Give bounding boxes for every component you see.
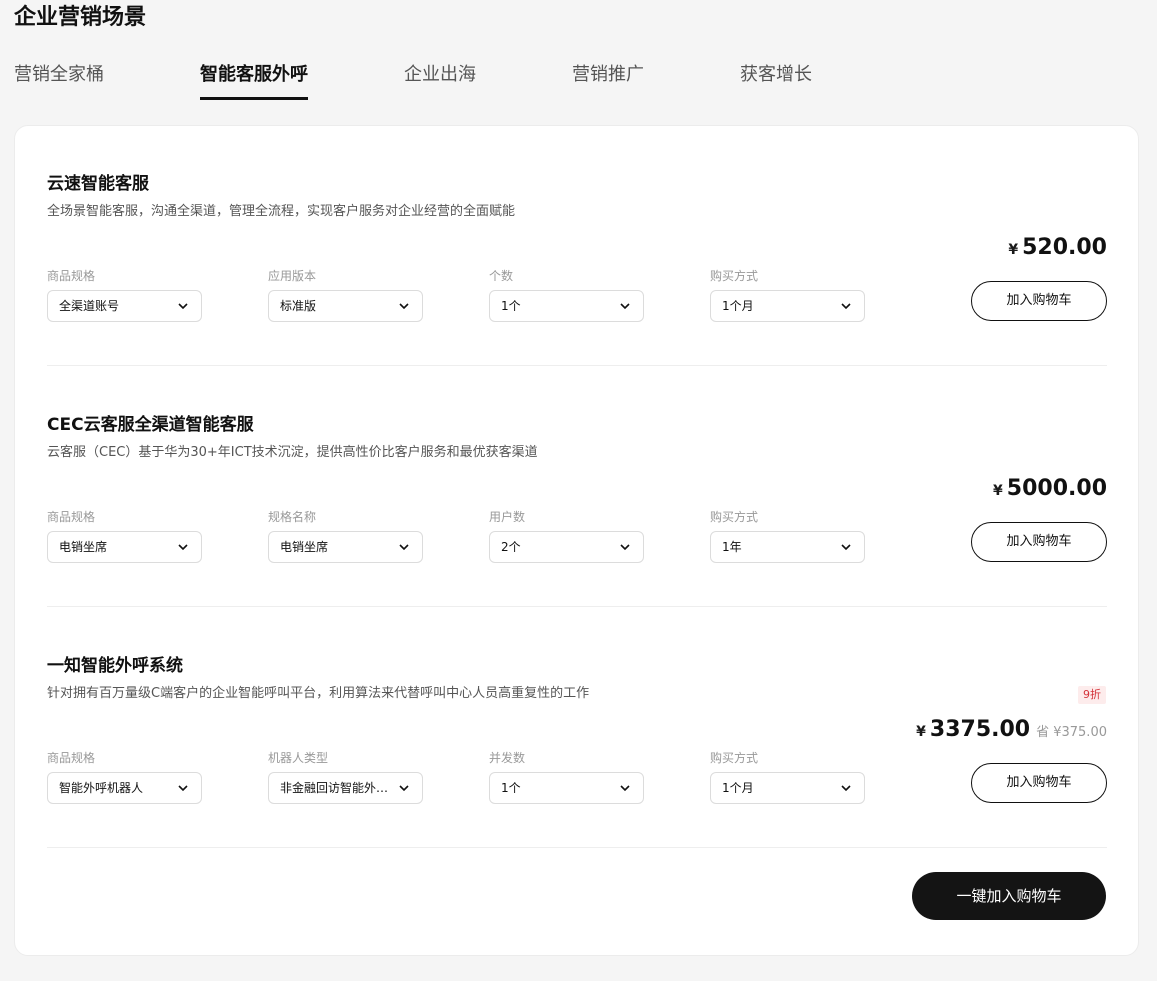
chevron-down-icon (841, 785, 851, 792)
discount-badge: 9折 (1078, 686, 1106, 704)
version-select[interactable]: 标准版 (268, 290, 423, 322)
field-label: 商品规格 (47, 269, 96, 283)
saving-amount: 省 ¥375.00 (1036, 725, 1107, 740)
tab-marketing-bundle[interactable]: 营销全家桶 (14, 62, 104, 88)
add-all-to-cart-button[interactable]: 一键加入购物车 (912, 872, 1106, 920)
quantity-select[interactable]: 1个 (489, 290, 644, 322)
product-card: 云速智能客服 全场景智能客服，沟通全渠道，管理全流程，实现客户服务对企业经营的全… (14, 125, 1139, 956)
tab-smart-service-callout[interactable]: 智能客服外呼 (200, 62, 308, 100)
field-label: 机器人类型 (268, 751, 329, 765)
chevron-down-icon (178, 303, 188, 310)
price-amount: 5000.00 (1006, 476, 1107, 501)
field-label: 购买方式 (710, 269, 759, 283)
select-value: 电销坐席 (59, 540, 108, 554)
field-label: 用户数 (489, 510, 526, 524)
chevron-down-icon (620, 785, 630, 792)
product-name: 云速智能客服 (47, 174, 149, 194)
product-description: 针对拥有百万量级C端客户的企业智能呼叫平台，利用算法来代替呼叫中心人员高重复性的… (47, 686, 590, 701)
price-amount: 3375.00 (929, 717, 1031, 742)
product-yizhi-callout: 一知智能外呼系统 针对拥有百万量级C端客户的企业智能呼叫平台，利用算法来代替呼叫… (47, 654, 1107, 854)
product-yunsu-smart-service: 云速智能客服 全场景智能客服，沟通全渠道，管理全流程，实现客户服务对企业经营的全… (47, 172, 1107, 372)
field-label: 并发数 (489, 751, 526, 765)
product-name: CEC云客服全渠道智能客服 (47, 415, 254, 435)
field-label: 个数 (489, 269, 514, 283)
concurrency-select[interactable]: 1个 (489, 772, 644, 804)
chevron-down-icon (841, 544, 851, 551)
chevron-down-icon (841, 303, 851, 310)
tab-customer-acquisition[interactable]: 获客增长 (740, 62, 812, 88)
currency-symbol: ¥ (993, 483, 1003, 499)
divider (47, 365, 1107, 366)
field-label: 商品规格 (47, 751, 96, 765)
purchase-method-select[interactable]: 1个月 (710, 290, 865, 322)
product-cec-cloud-service: CEC云客服全渠道智能客服 云客服（CEC）基于华为30+年ICT技术沉淀，提供… (47, 413, 1107, 613)
select-value: 电销坐席 (280, 540, 329, 554)
field-label: 规格名称 (268, 510, 317, 524)
add-to-cart-button[interactable]: 加入购物车 (971, 763, 1107, 803)
price: ¥5000.00 (993, 475, 1107, 505)
field-label: 购买方式 (710, 510, 759, 524)
divider (47, 606, 1107, 607)
select-value: 1个月 (722, 781, 754, 795)
purchase-method-select[interactable]: 1个月 (710, 772, 865, 804)
currency-symbol: ¥ (916, 724, 926, 740)
select-value: 2个 (501, 540, 521, 554)
select-value: 1个月 (722, 299, 754, 313)
select-value: 非金融回访智能外呼... (280, 781, 400, 795)
price: ¥520.00 (1008, 234, 1107, 264)
tab-going-global[interactable]: 企业出海 (404, 62, 476, 88)
field-label: 商品规格 (47, 510, 96, 524)
chevron-down-icon (178, 785, 188, 792)
tab-marketing-promotion[interactable]: 营销推广 (572, 62, 644, 88)
purchase-method-select[interactable]: 1年 (710, 531, 865, 563)
select-value: 1个 (501, 781, 521, 795)
chevron-down-icon (399, 785, 409, 792)
add-to-cart-button[interactable]: 加入购物车 (971, 281, 1107, 321)
chevron-down-icon (399, 303, 409, 310)
chevron-down-icon (620, 544, 630, 551)
currency-symbol: ¥ (1008, 242, 1019, 258)
price: ¥3375.00 省 ¥375.00 (916, 716, 1107, 747)
page-title: 企业营销场景 (14, 5, 147, 30)
chevron-down-icon (399, 544, 409, 551)
select-value: 1年 (722, 540, 742, 554)
price-amount: 520.00 (1022, 235, 1107, 260)
chevron-down-icon (620, 303, 630, 310)
select-value: 智能外呼机器人 (59, 781, 144, 795)
chevron-down-icon (178, 544, 188, 551)
divider (47, 847, 1107, 848)
select-value: 标准版 (280, 299, 317, 313)
robot-type-select[interactable]: 非金融回访智能外呼... (268, 772, 423, 804)
user-count-select[interactable]: 2个 (489, 531, 644, 563)
field-label: 应用版本 (268, 269, 317, 283)
product-description: 云客服（CEC）基于华为30+年ICT技术沉淀，提供高性价比客户服务和最优获客渠… (47, 445, 538, 460)
product-name: 一知智能外呼系统 (47, 656, 183, 676)
page: 企业营销场景 营销全家桶 智能客服外呼 企业出海 营销推广 获客增长 云速智能客… (0, 0, 1157, 981)
field-label: 购买方式 (710, 751, 759, 765)
product-description: 全场景智能客服，沟通全渠道，管理全流程，实现客户服务对企业经营的全面赋能 (47, 204, 516, 219)
spec-select[interactable]: 电销坐席 (47, 531, 202, 563)
spec-name-select[interactable]: 电销坐席 (268, 531, 423, 563)
spec-select[interactable]: 智能外呼机器人 (47, 772, 202, 804)
add-to-cart-button[interactable]: 加入购物车 (971, 522, 1107, 562)
select-value: 1个 (501, 299, 521, 313)
spec-select[interactable]: 全渠道账号 (47, 290, 202, 322)
select-value: 全渠道账号 (59, 299, 120, 313)
